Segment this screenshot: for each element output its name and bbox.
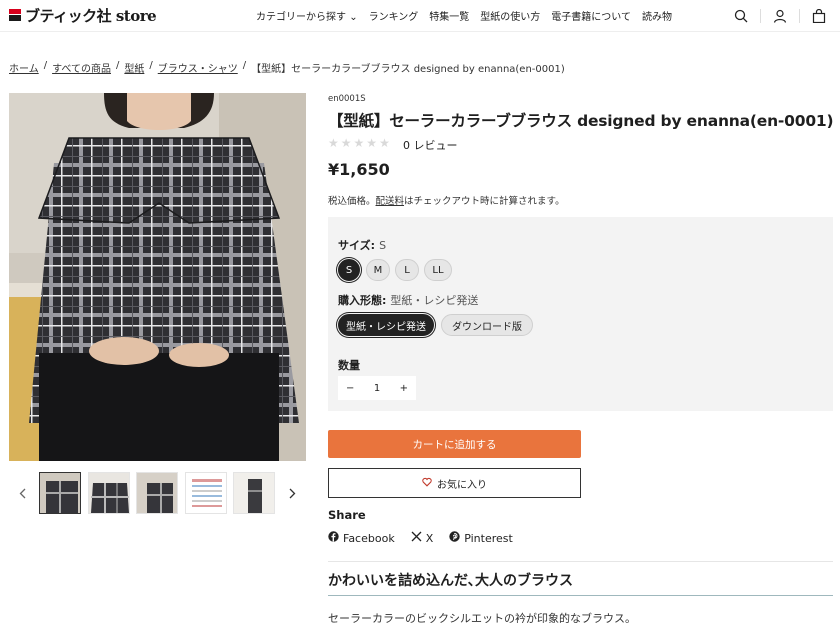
share-x[interactable]: X bbox=[411, 531, 434, 545]
user-icon[interactable] bbox=[769, 6, 791, 26]
share-facebook-label: Facebook bbox=[343, 531, 395, 545]
star-icon: ★ bbox=[379, 136, 390, 150]
thumbnail-4[interactable] bbox=[185, 472, 227, 514]
purchase-type-label: 購入形態: 型紙・レシピ発送 bbox=[338, 294, 479, 307]
header-separator bbox=[799, 9, 800, 23]
heading-underline bbox=[328, 595, 833, 596]
nav-item-reading[interactable]: 読み物 bbox=[642, 8, 672, 23]
variant-options-panel: サイズ: S S M L LL 購入形態: 型紙・レシピ発送 型紙・レシピ発送 ダウ… bbox=[328, 217, 833, 411]
heart-icon bbox=[422, 477, 432, 490]
nav-item-categories[interactable]: カテゴリーから探す ⌄ bbox=[256, 8, 358, 23]
star-icon: ★ bbox=[328, 136, 339, 150]
breadcrumb-all-products[interactable]: すべての商品 bbox=[52, 60, 111, 75]
thumbnail-1[interactable] bbox=[39, 472, 81, 514]
cart-icon[interactable] bbox=[808, 6, 830, 26]
quantity-stepper: − 1 + bbox=[338, 376, 416, 400]
favorite-label: お気に入り bbox=[437, 479, 487, 491]
size-option-m[interactable]: M bbox=[366, 259, 390, 281]
product-sku: en0001S bbox=[328, 94, 366, 104]
header-separator bbox=[760, 9, 761, 23]
facebook-icon bbox=[328, 531, 339, 545]
add-to-cart-button[interactable]: カートに追加する bbox=[328, 430, 581, 458]
purchase-type-selected-value: 型紙・レシピ発送 bbox=[390, 294, 479, 307]
thumbnail-strip bbox=[9, 472, 306, 514]
favorite-button[interactable]: お気に入り bbox=[328, 468, 581, 498]
size-option-l[interactable]: L bbox=[395, 259, 419, 281]
size-option-s[interactable]: S bbox=[338, 259, 360, 281]
nav-item-pattern-usage[interactable]: 型紙の使い方 bbox=[480, 8, 540, 23]
chevron-left-icon[interactable] bbox=[15, 484, 29, 502]
logo-text: ブティック社 store bbox=[25, 6, 157, 25]
breadcrumb-current: 【型紙】セーラーカラーブブラウス designed by enanna(en-0… bbox=[251, 64, 565, 75]
site-logo[interactable]: ブティック社 store bbox=[9, 5, 157, 25]
size-selected-value: S bbox=[379, 239, 387, 252]
section-divider bbox=[328, 561, 833, 562]
breadcrumb-separator: / bbox=[242, 60, 247, 71]
header-icons bbox=[730, 6, 830, 26]
review-count[interactable]: 0 レビュー bbox=[403, 137, 458, 153]
share-links: Facebook X Pinterest bbox=[328, 531, 513, 545]
thumbnail-5[interactable] bbox=[233, 472, 275, 514]
chevron-down-icon: ⌄ bbox=[349, 12, 358, 23]
site-header: ブティック社 store カテゴリーから探す ⌄ ランキング 特集一覧 型紙の使… bbox=[0, 0, 840, 32]
star-icon: ★ bbox=[340, 136, 352, 150]
star-icon: ★ bbox=[366, 136, 378, 150]
tax-note: 税込価格。配送料はチェックアウト時に計算されます。 bbox=[328, 196, 565, 207]
description-heading: かわいいを詰め込んだ､大人のブラウス bbox=[328, 573, 573, 589]
thumbnail-3[interactable] bbox=[136, 472, 178, 514]
quantity-increase-button[interactable]: + bbox=[400, 383, 408, 394]
quantity-label: 数量 bbox=[338, 359, 360, 372]
rating-stars: ★ ★ ★ ★ ★ bbox=[328, 136, 390, 150]
product-main-image[interactable] bbox=[9, 93, 306, 461]
star-icon: ★ bbox=[353, 136, 365, 150]
main-nav: カテゴリーから探す ⌄ ランキング 特集一覧 型紙の使い方 電子書籍について 読… bbox=[256, 8, 672, 23]
chevron-right-icon[interactable] bbox=[285, 484, 299, 502]
nav-item-ranking[interactable]: ランキング bbox=[369, 8, 419, 23]
breadcrumb-separator: / bbox=[149, 60, 153, 71]
share-x-label: X bbox=[425, 531, 434, 545]
breadcrumb-home[interactable]: ホーム bbox=[9, 60, 39, 75]
logo-mark-icon bbox=[9, 9, 21, 21]
share-pinterest[interactable]: Pinterest bbox=[449, 531, 513, 545]
breadcrumb-patterns[interactable]: 型紙 bbox=[124, 60, 144, 75]
x-logo-icon bbox=[411, 531, 422, 545]
quantity-decrease-button[interactable]: − bbox=[346, 383, 354, 394]
nav-item-features[interactable]: 特集一覧 bbox=[429, 8, 469, 23]
pinterest-icon bbox=[449, 531, 460, 545]
thumbnail-2[interactable] bbox=[88, 472, 130, 514]
purchase-option-paper[interactable]: 型紙・レシピ発送 bbox=[338, 314, 434, 336]
purchase-option-download[interactable]: ダウンロード版 bbox=[441, 314, 533, 336]
share-pinterest-label: Pinterest bbox=[464, 531, 513, 545]
breadcrumb-separator: / bbox=[43, 60, 48, 71]
quantity-input[interactable]: 1 bbox=[374, 383, 380, 394]
share-facebook[interactable]: Facebook bbox=[328, 531, 395, 545]
description-text: セーラーカラーのビックシルエットの衿が印象的なブラウス。 bbox=[328, 612, 636, 623]
breadcrumb-separator: / bbox=[115, 60, 120, 71]
breadcrumb-blouses[interactable]: ブラウス・シャツ bbox=[158, 60, 238, 75]
share-title: Share bbox=[328, 508, 366, 522]
nav-item-ebooks[interactable]: 電子書籍について bbox=[551, 8, 631, 23]
breadcrumb: ホーム / すべての商品 / 型紙 / ブラウス・シャツ / 【型紙】セーラーカ… bbox=[9, 60, 565, 75]
size-label: サイズ: S bbox=[338, 239, 387, 252]
product-price: ¥1,650 bbox=[328, 160, 390, 179]
shipping-link[interactable]: 配送料 bbox=[376, 196, 405, 207]
size-option-ll[interactable]: LL bbox=[424, 259, 452, 281]
product-title: 【型紙】セーラーカラーブブラウス designed by enanna(en-0… bbox=[328, 112, 834, 130]
search-icon[interactable] bbox=[730, 6, 752, 26]
